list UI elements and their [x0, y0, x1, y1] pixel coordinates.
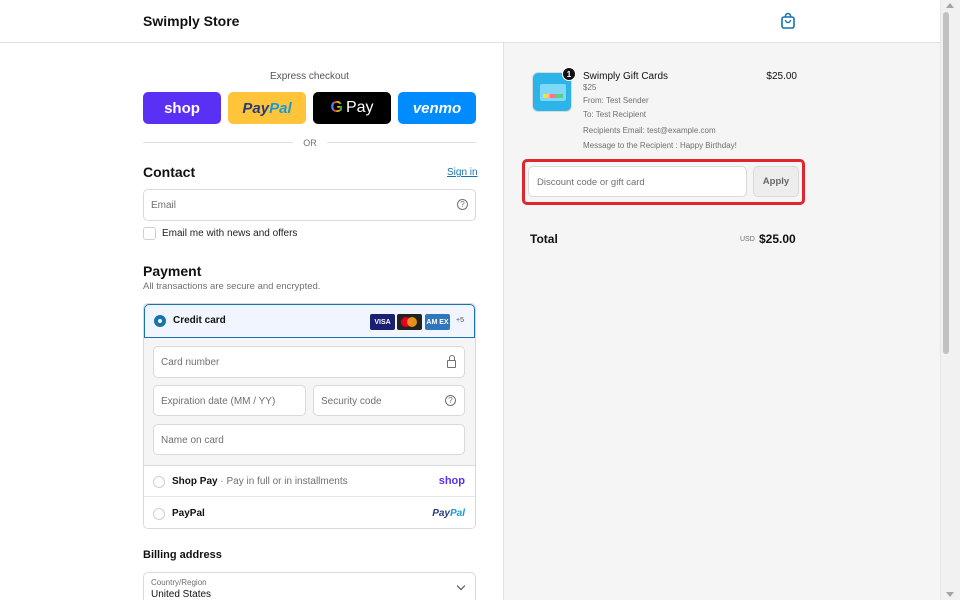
paypal-logo-pal: Pal [269, 99, 292, 117]
expiration-placeholder: Expiration date (MM / YY) [161, 396, 276, 407]
newsletter-label: Email me with news and offers [162, 228, 298, 239]
contact-title: Contact [143, 164, 196, 180]
paypal-option[interactable]: PayPal PayPal [144, 498, 475, 528]
store-name[interactable]: Swimply Store [143, 13, 239, 29]
newsletter-checkbox[interactable] [143, 227, 156, 240]
total-currency: USD [740, 236, 755, 243]
paypal-logo-pay: Pay [242, 99, 270, 117]
shop-pay-logo: shop [438, 475, 465, 487]
payment-methods: Credit card VISA AM EX +5 Card number Ex… [143, 303, 476, 529]
paypal-name: PayPal [172, 508, 205, 519]
security-code-help-icon[interactable]: ? [445, 395, 456, 406]
country-label: Country/Region [151, 578, 207, 587]
shop-pay-name: Shop Pay [172, 476, 218, 487]
country-value: United States [151, 589, 212, 600]
shop-pay-label: Shop Pay · Pay in full or in installment… [172, 476, 348, 487]
lock-icon [447, 355, 456, 368]
page-scrollbar[interactable] [940, 0, 960, 600]
billing-address-title: Billing address [143, 549, 222, 561]
security-code-field[interactable]: Security code ? [313, 385, 465, 416]
venmo-logo: venmo [412, 99, 462, 117]
apply-discount-button[interactable]: Apply [753, 166, 799, 197]
more-cards-count: +5 [456, 317, 464, 324]
shop-pay-option[interactable]: Shop Pay · Pay in full or in installment… [144, 466, 475, 497]
card-number-placeholder: Card number [161, 357, 220, 368]
product-name: Swimply Gift Cards [583, 71, 669, 82]
credit-card-label: Credit card [173, 315, 226, 326]
total-label: Total [530, 232, 558, 246]
paypal-logo: PayPal [432, 508, 465, 519]
sign-in-link[interactable]: Sign in [447, 167, 478, 178]
gpay-label: Pay [345, 99, 374, 116]
name-on-card-field[interactable]: Name on card [153, 424, 465, 455]
shop-pay-subtext: · Pay in full or in installments [217, 476, 348, 487]
or-divider-text: OR [303, 138, 317, 148]
google-pay-express-button[interactable]: G Pay [313, 92, 391, 124]
header: Swimply Store [0, 0, 940, 43]
product-recipient-email: Recipients Email: test@example.com [583, 126, 716, 135]
google-g-logo: G [330, 99, 343, 116]
shopping-bag-icon[interactable] [779, 12, 797, 30]
discount-placeholder: Discount code or gift card [537, 177, 645, 188]
mastercard-icon [397, 314, 422, 330]
credit-card-option[interactable]: Credit card VISA AM EX +5 [144, 304, 475, 338]
amex-icon: AM EX [425, 314, 450, 330]
express-checkout-label: Express checkout [270, 71, 349, 82]
scroll-down-arrow-icon[interactable] [946, 592, 954, 597]
total-amount: $25.00 [759, 232, 796, 246]
help-icon[interactable]: ? [457, 199, 468, 210]
product-price: $25.00 [766, 71, 797, 82]
shop-pay-express-button[interactable]: shop [143, 92, 221, 124]
or-divider-left [143, 142, 293, 143]
product-from: From: Test Sender [583, 96, 649, 105]
scroll-up-arrow-icon[interactable] [946, 3, 954, 8]
or-divider-right [327, 142, 476, 143]
visa-icon: VISA [370, 314, 395, 330]
paypal-express-button[interactable]: Pay Pal [228, 92, 306, 124]
product-message: Message to the Recipient : Happy Birthda… [583, 141, 737, 150]
discount-code-input[interactable]: Discount code or gift card [528, 166, 747, 197]
paypal-logo-pal-text: Pal [449, 508, 465, 519]
credit-card-form: Card number Expiration date (MM / YY) Se… [144, 338, 475, 466]
paypal-radio[interactable] [153, 508, 165, 520]
paypal-label: PayPal [172, 508, 205, 519]
order-summary-panel [503, 43, 940, 600]
product-variant: $25 [583, 83, 597, 92]
quantity-badge: 1 [562, 67, 576, 81]
paypal-logo-pay-text: Pay [432, 508, 450, 519]
email-placeholder: Email [151, 200, 177, 211]
security-code-placeholder: Security code [321, 396, 382, 407]
expiration-date-field[interactable]: Expiration date (MM / YY) [153, 385, 306, 416]
credit-card-radio[interactable] [154, 315, 166, 327]
scrollbar-thumb[interactable] [943, 12, 949, 354]
country-select[interactable]: Country/Region United States [143, 572, 476, 600]
shop-pay-radio[interactable] [153, 476, 165, 488]
name-on-card-placeholder: Name on card [161, 435, 224, 446]
shop-logo: shop [164, 99, 200, 117]
chevron-down-icon [456, 581, 466, 591]
payment-title: Payment [143, 263, 202, 279]
email-field[interactable]: Email ? [143, 189, 476, 221]
venmo-express-button[interactable]: venmo [398, 92, 476, 124]
card-number-field[interactable]: Card number [153, 346, 465, 378]
payment-subtitle: All transactions are secure and encrypte… [143, 281, 321, 292]
product-to: To: Test Recipient [583, 110, 646, 119]
